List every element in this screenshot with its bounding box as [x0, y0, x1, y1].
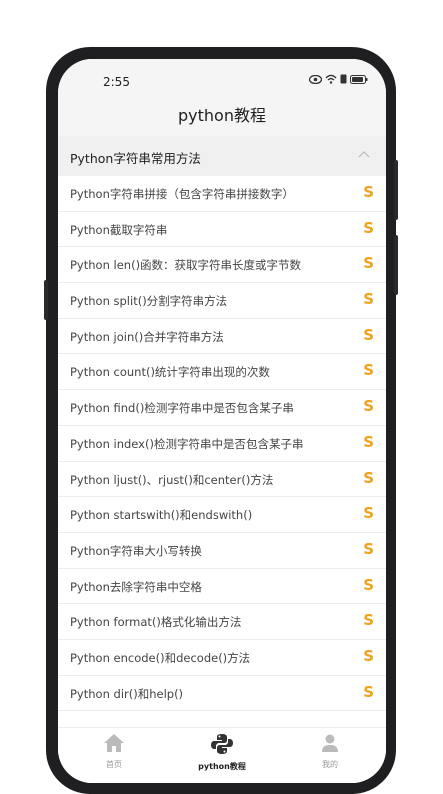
list-item-label: Python去除字符串中空格 [70, 579, 202, 594]
list-item[interactable]: Python字符串拼接（包含字符串拼接数字） S [58, 176, 386, 212]
list-item-label: Python字符串大小写转换 [70, 543, 202, 558]
list-item[interactable]: Python join()合并字符串方法 S [58, 319, 386, 355]
app-screen: 2:55 python教程 Python字符串常用方法 Python字符串拼接（… [58, 59, 386, 783]
list-item[interactable]: Python format()格式化输出方法 S [58, 604, 386, 640]
eye-icon [309, 74, 322, 84]
s-badge-icon: S [363, 504, 374, 523]
list-item-label: Python dir()和help() [70, 686, 184, 701]
s-badge-icon: S [363, 432, 374, 451]
s-badge-icon: S [363, 218, 374, 237]
list-item[interactable]: Python字符串大小写转换 S [58, 533, 386, 569]
list-item-label: Python ljust()、rjust()和center()方法 [70, 472, 274, 487]
list-item-label: Python index()检测字符串中是否包含某子串 [70, 436, 304, 451]
phone-side-button [44, 280, 48, 320]
tab-label: 首页 [106, 760, 122, 769]
list-item-label: Python startswith()和endswith() [70, 508, 253, 523]
list-item[interactable]: Python去除字符串中空格 S [58, 569, 386, 605]
status-icons [309, 74, 368, 84]
s-badge-icon: S [363, 611, 374, 630]
s-badge-icon: S [363, 325, 374, 344]
list-item[interactable]: Python len()函数：获取字符串长度或字节数 S [58, 247, 386, 284]
list-item[interactable]: Python encode()和decode()方法 S [58, 640, 386, 676]
page-title: python教程 [178, 106, 266, 125]
s-badge-icon: S [363, 682, 374, 701]
python-logo-icon [211, 734, 233, 754]
list-item[interactable]: Python截取字符串 S [58, 212, 386, 248]
sim-icon [340, 74, 347, 84]
phone-side-button [394, 160, 398, 220]
method-list: Python字符串拼接（包含字符串拼接数字） S Python截取字符串 S P… [58, 176, 386, 712]
list-item[interactable]: Python split()分割字符串方法 S [58, 283, 386, 319]
list-item-label: Python len()函数：获取字符串长度或字节数 [70, 258, 302, 273]
s-badge-icon: S [363, 539, 374, 558]
s-badge-icon: S [363, 575, 374, 594]
list-item[interactable]: Python ljust()、rjust()和center()方法 S [58, 462, 386, 498]
list-item[interactable]: Python index()检测字符串中是否包含某子串 S [58, 426, 386, 462]
phone-side-button [394, 235, 398, 295]
list-item-label: Python字符串拼接（包含字符串拼接数字） [70, 187, 294, 201]
list-item[interactable]: Python find()检测字符串中是否包含某子串 S [58, 390, 386, 426]
battery-icon [350, 74, 368, 84]
tab-label: python教程 [198, 762, 246, 771]
s-badge-icon: S [363, 254, 374, 273]
s-badge-icon: S [363, 646, 374, 665]
status-bar: 2:55 [58, 59, 386, 103]
list-item[interactable]: Python dir()和help() S [58, 676, 386, 712]
list-item-label: Python find()检测字符串中是否包含某子串 [70, 401, 294, 416]
app-header: python教程 [58, 103, 386, 137]
list-item[interactable]: Python startswith()和endswith() S [58, 497, 386, 533]
tab-python-tutorial[interactable]: python教程 [182, 733, 262, 772]
list-item-label: Python encode()和decode()方法 [70, 650, 251, 665]
tab-mine[interactable]: 我的 [290, 733, 370, 770]
user-icon [322, 734, 338, 752]
tab-home[interactable]: 首页 [74, 733, 154, 770]
list-item-label: Python split()分割字符串方法 [70, 294, 228, 309]
list-item[interactable]: Python count()统计字符串出现的次数 S [58, 354, 386, 391]
s-badge-icon: S [363, 397, 374, 416]
list-item-label: Python截取字符串 [70, 222, 168, 237]
chevron-up-icon[interactable] [356, 147, 372, 163]
s-badge-icon: S [363, 290, 374, 309]
bottom-tab-bar: 首页 python教程 我的 [58, 727, 386, 783]
status-time: 2:55 [103, 75, 130, 89]
s-badge-icon: S [363, 361, 374, 380]
list-item-label: Python format()格式化输出方法 [70, 615, 242, 630]
s-badge-icon: S [363, 468, 374, 487]
section-header[interactable]: Python字符串常用方法 [58, 136, 386, 176]
tab-label: 我的 [322, 760, 338, 769]
home-icon [104, 734, 124, 752]
list-item-label: Python count()统计字符串出现的次数 [70, 365, 270, 380]
s-badge-icon: S [363, 183, 374, 201]
section-title: Python字符串常用方法 [70, 151, 201, 166]
wifi-icon [325, 74, 337, 84]
list-item-label: Python join()合并字符串方法 [70, 329, 224, 344]
